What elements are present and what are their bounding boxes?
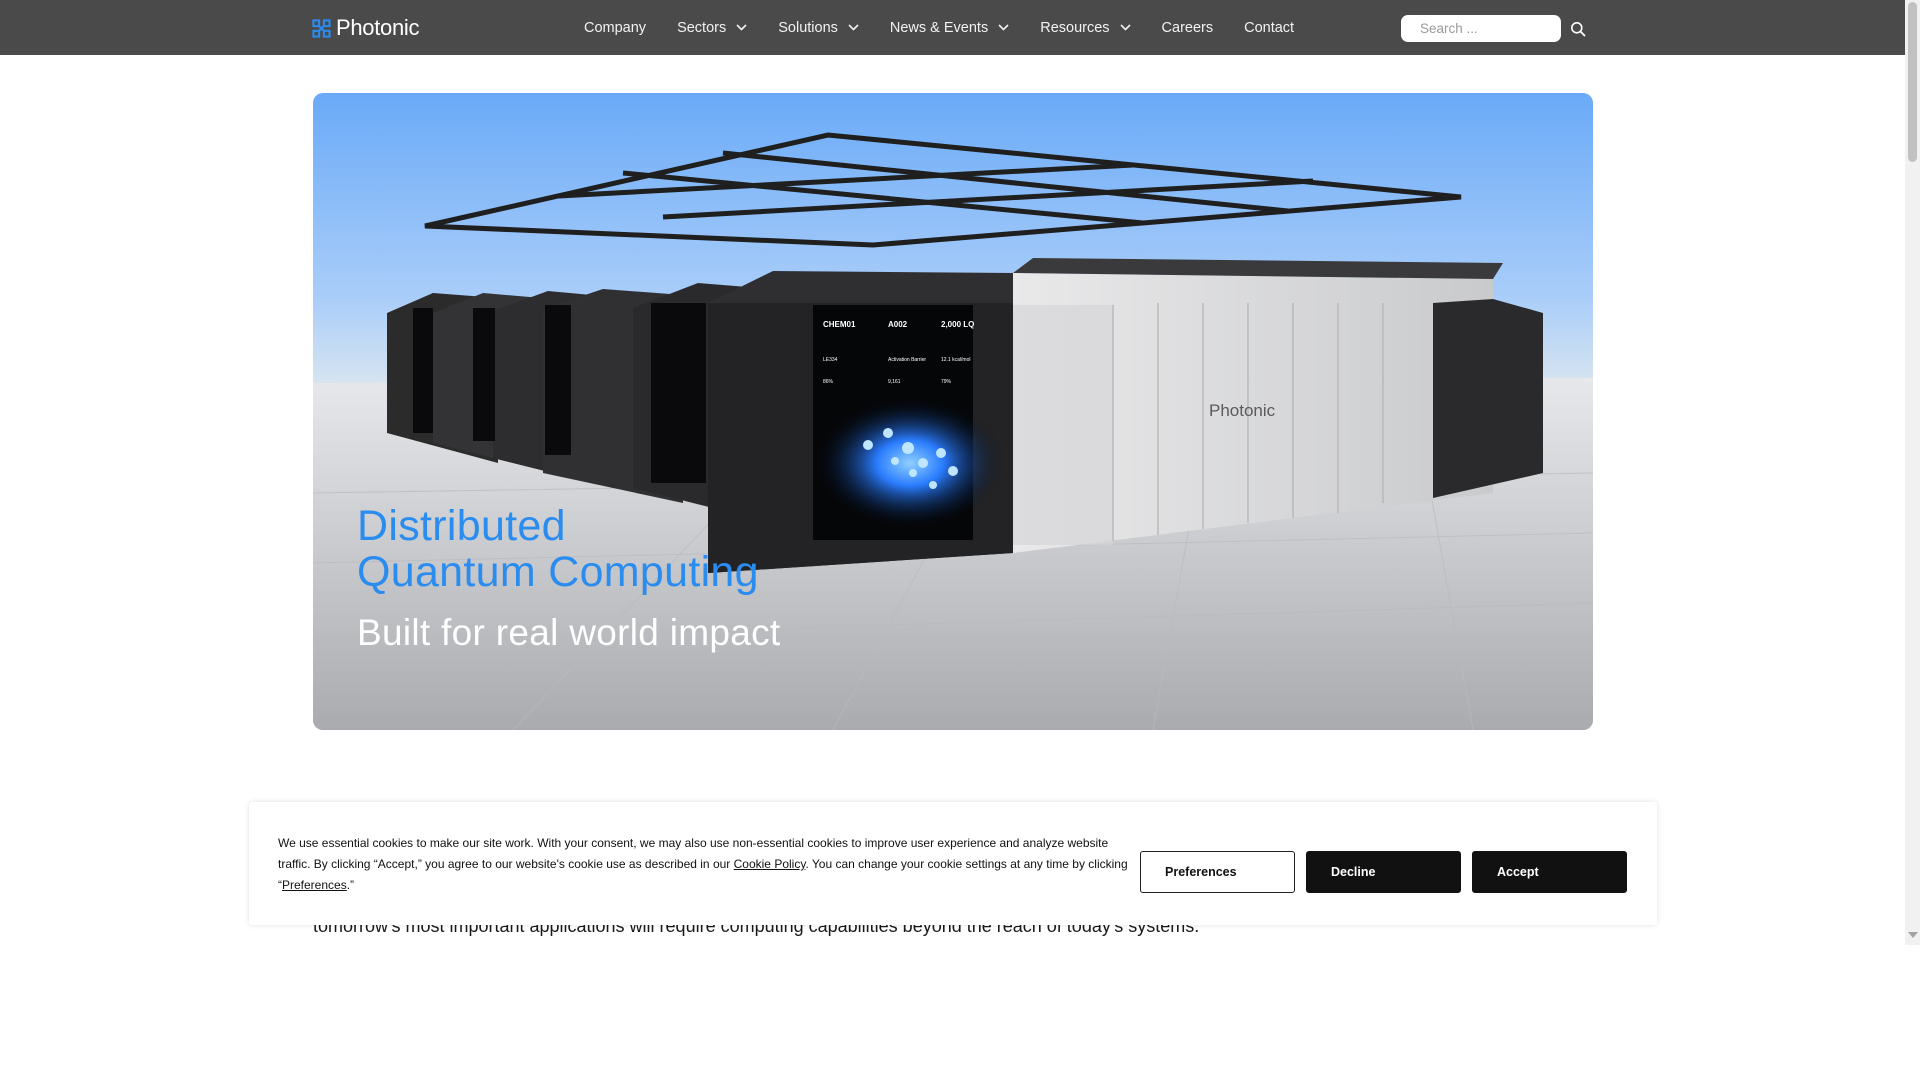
cookie-message: We use essential cookies to make our sit… <box>278 833 1138 896</box>
chevron-down-icon <box>1119 24 1131 31</box>
decline-button[interactable]: Decline <box>1306 851 1461 893</box>
cookie-consent-banner: We use essential cookies to make our sit… <box>249 802 1657 925</box>
chevron-down-icon <box>736 24 747 31</box>
panel-sub-col1: LE334 <box>823 357 838 363</box>
preferences-button[interactable]: Preferences <box>1140 851 1295 893</box>
panel-label-col2: A002 <box>888 320 908 329</box>
scrollbar-thumb[interactable] <box>1908 2 1917 162</box>
page-lower-area <box>0 945 1905 1080</box>
nav-item-careers[interactable]: Careers <box>1162 0 1214 55</box>
nav-label: Sectors <box>677 19 727 36</box>
nav-label: Contact <box>1244 19 1295 36</box>
cookie-text-part3: .” <box>346 878 355 892</box>
hero-subtitle: Built for real world impact <box>357 612 781 653</box>
nav-item-company[interactable]: Company <box>584 0 646 55</box>
panel-sub-col3: 12.1 kcal/mol <box>941 357 970 363</box>
hero-title: Distributed Quantum Computing <box>357 503 759 595</box>
main-menu: Company Sectors Solutions News & Events … <box>584 0 1325 55</box>
panel-sub-col2: Activation Barrier <box>888 357 926 363</box>
panel-label-col1: CHEM01 <box>823 320 856 329</box>
page-scrollbar[interactable] <box>1905 0 1920 945</box>
brand-logo[interactable]: Photonic <box>312 14 420 42</box>
nav-label: Company <box>584 19 647 36</box>
hero-title-line1: Distributed <box>357 502 566 550</box>
hero-banner: CHEM01 LE334 86% A002 Activation Barrier… <box>313 93 1593 730</box>
scroll-down-arrow-icon[interactable] <box>1908 932 1918 938</box>
accept-button[interactable]: Accept <box>1472 851 1627 893</box>
nav-label: News & Events <box>889 19 989 36</box>
nav-item-solutions[interactable]: Solutions <box>778 0 859 55</box>
nav-item-contact[interactable]: Contact <box>1244 0 1294 55</box>
top-navigation-bar: Photonic Company Sectors Solutions News … <box>0 0 1905 55</box>
chevron-down-icon <box>998 24 1009 31</box>
cookie-policy-link[interactable]: Cookie Policy <box>734 857 806 871</box>
nav-label: Solutions <box>778 19 838 36</box>
chevron-down-icon <box>848 24 859 31</box>
panel-pct-col3: 79% <box>941 379 952 385</box>
brand-name: Photonic <box>336 15 420 40</box>
nav-item-resources[interactable]: Resources <box>1040 0 1131 55</box>
panel-val-col2: 9,161 <box>888 379 901 385</box>
nav-item-sectors[interactable]: Sectors <box>677 0 747 55</box>
nav-label: Careers <box>1161 19 1214 36</box>
wall-brand-text: Photonic <box>1209 401 1276 420</box>
search-input[interactable] <box>1401 15 1561 42</box>
hero-title-line2: Quantum Computing <box>357 548 759 596</box>
preferences-link[interactable]: Preferences <box>282 878 347 892</box>
panel-pct-col1: 86% <box>823 379 834 385</box>
search-area <box>1401 15 1586 42</box>
panel-label-col3: 2,000 LQ <box>941 320 974 329</box>
nav-label: Resources <box>1040 19 1110 36</box>
photonic-logo-icon <box>312 18 331 38</box>
nav-item-news-events[interactable]: News & Events <box>890 0 1009 55</box>
search-icon[interactable] <box>1570 21 1586 37</box>
